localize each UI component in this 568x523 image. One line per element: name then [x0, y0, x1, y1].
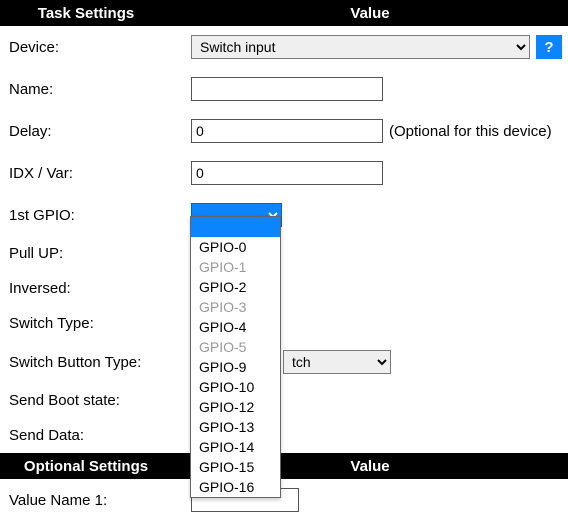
device-label: Device: — [6, 39, 191, 56]
delay-note: (Optional for this device) — [389, 123, 552, 140]
device-select[interactable]: Switch input — [191, 35, 530, 59]
row-pullup: Pull UP: — [0, 236, 568, 271]
value-name1-label: Value Name 1: — [6, 492, 191, 509]
switch-button-type-select[interactable]: tch — [283, 350, 391, 374]
gpio-option[interactable]: GPIO-10 — [191, 377, 280, 397]
gpio-option[interactable]: GPIO-12 — [191, 397, 280, 417]
gpio-option[interactable]: GPIO-16 — [191, 477, 280, 497]
header-optional-settings-label: Optional Settings — [0, 458, 172, 475]
idx-label: IDX / Var: — [6, 165, 191, 182]
gpio-dropdown-list[interactable]: GPIO-0GPIO-1GPIO-2GPIO-3GPIO-4GPIO-5GPIO… — [190, 216, 281, 498]
switch-button-type-label: Switch Button Type: — [6, 354, 191, 371]
header-task-settings-label: Task Settings — [0, 5, 172, 22]
gpio-option: GPIO-3 — [191, 297, 280, 317]
row-value-name1: Value Name 1: — [0, 479, 568, 521]
header-task-settings: Task Settings Value — [0, 0, 568, 26]
gpio-option: GPIO-1 — [191, 257, 280, 277]
gpio1-label: 1st GPIO: — [6, 207, 191, 224]
pullup-label: Pull UP: — [6, 245, 191, 262]
gpio-option: GPIO-5 — [191, 337, 280, 357]
row-idx: IDX / Var: — [0, 152, 568, 194]
row-device: Device: Switch input ? — [0, 26, 568, 68]
gpio-option[interactable]: GPIO-4 — [191, 317, 280, 337]
switch-type-label: Switch Type: — [6, 315, 191, 332]
gpio-option[interactable]: GPIO-14 — [191, 437, 280, 457]
row-send-data: Send Data: — [0, 418, 568, 453]
idx-input[interactable] — [191, 161, 383, 185]
row-inversed: Inversed: — [0, 271, 568, 306]
send-boot-label: Send Boot state: — [6, 392, 191, 409]
name-label: Name: — [6, 81, 191, 98]
row-send-boot: Send Boot state: — [0, 383, 568, 418]
gpio-option[interactable] — [191, 217, 280, 237]
send-data-label: Send Data: — [6, 427, 191, 444]
help-button[interactable]: ? — [536, 35, 562, 59]
delay-input[interactable] — [191, 119, 383, 143]
name-input[interactable] — [191, 77, 383, 101]
gpio-option[interactable]: GPIO-2 — [191, 277, 280, 297]
row-switch-type: Switch Type: — [0, 306, 568, 341]
header-value-label: Value — [172, 5, 568, 22]
inversed-label: Inversed: — [6, 280, 191, 297]
gpio-option[interactable]: GPIO-13 — [191, 417, 280, 437]
delay-label: Delay: — [6, 123, 191, 140]
header-optional-settings: Optional Settings Value — [0, 453, 568, 479]
gpio-option[interactable]: GPIO-9 — [191, 357, 280, 377]
row-switch-button-type: Switch Button Type: tch — [0, 341, 568, 383]
settings-form: Task Settings Value Device: Switch input… — [0, 0, 568, 521]
row-name: Name: — [0, 68, 568, 110]
gpio-option[interactable]: GPIO-0 — [191, 237, 280, 257]
row-delay: Delay: (Optional for this device) — [0, 110, 568, 152]
gpio-option[interactable]: GPIO-15 — [191, 457, 280, 477]
row-gpio1: 1st GPIO: — [0, 194, 568, 236]
